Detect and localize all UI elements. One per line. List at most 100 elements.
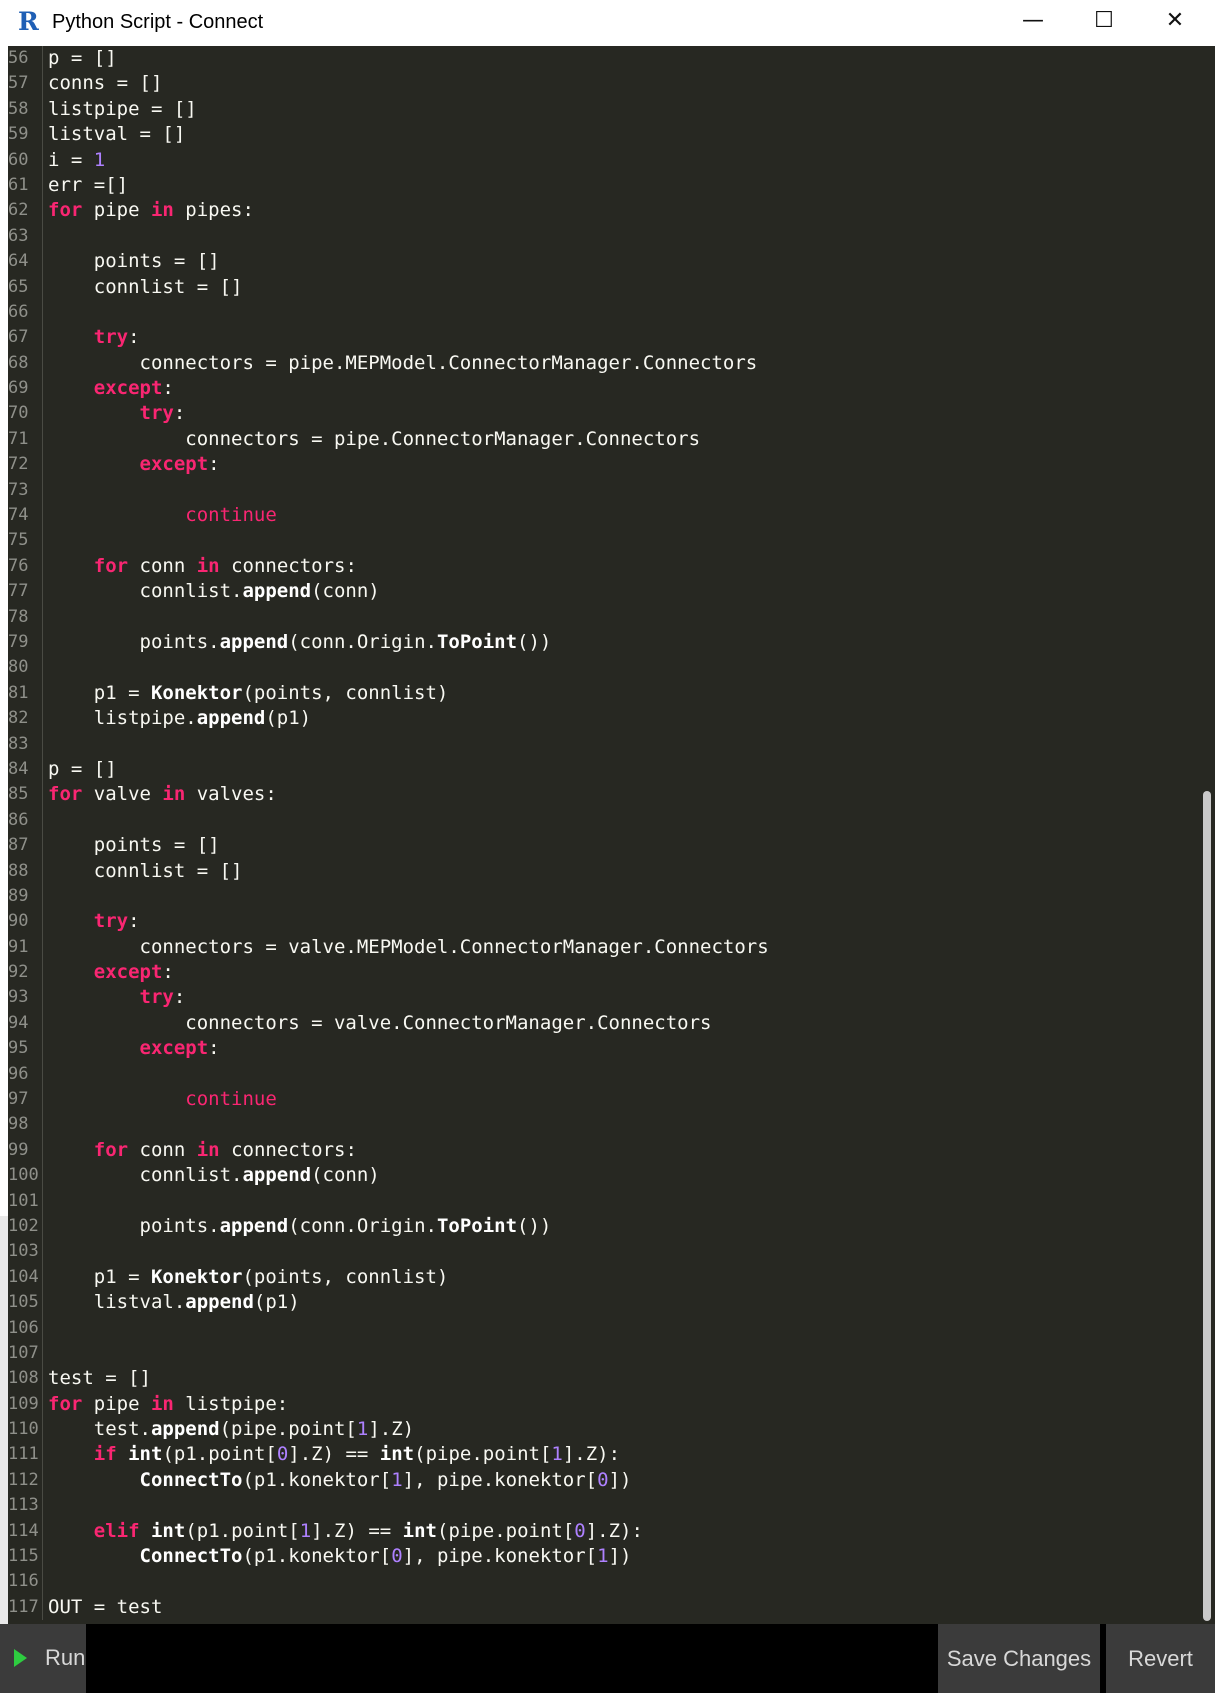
code-line[interactable]: 113: [8, 1493, 1198, 1519]
code-line[interactable]: 96: [8, 1061, 1198, 1088]
code-line[interactable]: 83: [8, 731, 1198, 757]
code-line[interactable]: 67 try:: [8, 325, 1198, 351]
line-number: 66: [8, 301, 29, 322]
code-token: points = []: [48, 250, 220, 273]
code-line[interactable]: 117 OUT = test: [8, 1594, 1198, 1621]
code-token: connectors = valve.MEPModel.ConnectorMan…: [48, 935, 769, 958]
line-number: 56: [8, 48, 29, 68]
code-line[interactable]: 110 test.append(pipe.point[1].Z): [8, 1417, 1198, 1443]
code-line[interactable]: 78: [8, 604, 1198, 630]
code-line[interactable]: 63: [8, 223, 1198, 250]
code-line[interactable]: 114 elif int(p1.point[1].Z) == int(pipe.…: [8, 1518, 1198, 1545]
line-number: 108: [8, 1368, 39, 1389]
code-line[interactable]: 89: [8, 883, 1198, 910]
code-line[interactable]: 68 connectors = pipe.MEPModel.ConnectorM…: [8, 350, 1198, 377]
code-line[interactable]: 95 except:: [8, 1036, 1198, 1062]
code-line[interactable]: 106: [8, 1315, 1198, 1341]
code-line[interactable]: 59 listval = []: [8, 122, 1198, 148]
code-token: p1 =: [48, 681, 151, 704]
code-line[interactable]: 85 for valve in valves:: [8, 782, 1198, 808]
line-number: 115: [8, 1546, 39, 1567]
code-line[interactable]: 56 p = []: [8, 46, 1198, 72]
code-line[interactable]: 103: [8, 1239, 1198, 1265]
code-line[interactable]: 80: [8, 655, 1198, 681]
code-line[interactable]: 62 for pipe in pipes:: [8, 198, 1198, 224]
code-line[interactable]: 82 listpipe.append(p1): [8, 706, 1198, 732]
code-line[interactable]: 100 connlist.append(conn): [8, 1163, 1198, 1189]
code-line[interactable]: 87 points = []: [8, 833, 1198, 859]
code-token: continue: [185, 504, 277, 527]
line-number: 98: [8, 1114, 29, 1135]
code-line[interactable]: 115 ConnectTo(p1.konektor[0], pipe.konek…: [8, 1544, 1198, 1570]
code-line[interactable]: 77 connlist.append(conn): [8, 579, 1198, 605]
code-line[interactable]: 91 connectors = valve.MEPModel.Connector…: [8, 934, 1198, 961]
code-line[interactable]: 75: [8, 528, 1198, 554]
code-line[interactable]: 65 connlist = []: [8, 274, 1198, 300]
line-number: 64: [8, 251, 29, 272]
code-line[interactable]: 70 try:: [8, 401, 1198, 427]
line-number: 65: [8, 276, 29, 297]
code-line[interactable]: 86: [8, 807, 1198, 834]
code-line[interactable]: 102 points.append(conn.Origin.ToPoint()): [8, 1213, 1198, 1240]
line-number: 70: [8, 403, 29, 424]
line-number: 75: [8, 530, 29, 551]
code-line[interactable]: 84 p = []: [8, 756, 1198, 783]
code-line[interactable]: 94 connectors = valve.ConnectorManager.C…: [8, 1010, 1198, 1037]
code-line[interactable]: 108 test = []: [8, 1366, 1198, 1392]
gutter-separator: [42, 401, 43, 427]
line-number: 103: [8, 1241, 39, 1262]
code-line[interactable]: 112 ConnectTo(p1.konektor[1], pipe.konek…: [8, 1467, 1198, 1494]
code-line[interactable]: 92 except:: [8, 960, 1198, 986]
code-line[interactable]: 109 for pipe in listpipe:: [8, 1391, 1198, 1418]
code-line[interactable]: 57 conns = []: [8, 71, 1198, 97]
code-line[interactable]: 104 p1 = Konektor(points, connlist): [8, 1264, 1198, 1291]
scrollbar-thumb[interactable]: [1203, 791, 1211, 1621]
code-line[interactable]: 72 except:: [8, 452, 1198, 478]
code-line[interactable]: 116: [8, 1569, 1198, 1595]
close-button[interactable]: ✕: [1145, 0, 1205, 46]
gutter-separator: [42, 1467, 43, 1494]
code-line[interactable]: 99 for conn in connectors:: [8, 1137, 1198, 1164]
code-line[interactable]: 64 points = []: [8, 249, 1198, 275]
vertical-scrollbar[interactable]: [1199, 46, 1215, 1624]
revert-button[interactable]: Revert: [1106, 1624, 1215, 1693]
minimize-button[interactable]: —: [1003, 0, 1063, 46]
code-line[interactable]: 97 continue: [8, 1087, 1198, 1113]
code-line[interactable]: 98: [8, 1112, 1198, 1138]
line-number: 89: [8, 885, 29, 906]
code-line[interactable]: 79 points.append(conn.Origin.ToPoint()): [8, 629, 1198, 656]
save-changes-button[interactable]: Save Changes: [938, 1624, 1100, 1693]
code-token: try: [93, 326, 129, 349]
code-line[interactable]: 88 connlist = []: [8, 858, 1198, 884]
code-line[interactable]: 69 except:: [8, 376, 1198, 402]
code-editor[interactable]: 56 p = [] 57 conns = [] 58 listpipe = [] 59 lis…: [0, 46, 1215, 1624]
code-line[interactable]: 90 try:: [8, 909, 1198, 935]
code-line[interactable]: 66: [8, 299, 1198, 326]
code-line[interactable]: 74 continue: [8, 503, 1198, 529]
code-line[interactable]: 76 for conn in connectors:: [8, 553, 1198, 580]
code-line[interactable]: 81 p1 = Konektor(points, connlist): [8, 680, 1198, 707]
code-line[interactable]: 73: [8, 477, 1198, 504]
code-token: for: [48, 783, 83, 806]
code-line[interactable]: 58 listpipe = []: [8, 96, 1198, 123]
run-button[interactable]: Run: [0, 1624, 86, 1693]
code-token: ].Z):: [562, 1443, 621, 1466]
code-token: p = []: [48, 47, 117, 69]
run-label: Run: [45, 1645, 86, 1670]
code-token: ]): [608, 1545, 632, 1568]
code-token: except: [139, 1037, 209, 1060]
code-line[interactable]: 111 if int(p1.point[0].Z) == int(pipe.po…: [8, 1442, 1198, 1468]
code-line[interactable]: 105 listval.append(p1): [8, 1290, 1198, 1316]
code-token: 0: [597, 1468, 609, 1491]
code-line[interactable]: 101: [8, 1188, 1198, 1214]
code-line[interactable]: 71 connectors = pipe.ConnectorManager.Co…: [8, 426, 1198, 453]
maximize-button[interactable]: ☐: [1074, 0, 1134, 46]
code-line[interactable]: 60 i = 1: [8, 147, 1198, 173]
gutter-separator: [42, 299, 43, 326]
code-line[interactable]: 93 try:: [8, 985, 1198, 1011]
code-line[interactable]: 61 err =[]: [8, 172, 1198, 199]
code-line[interactable]: 107: [8, 1340, 1198, 1367]
